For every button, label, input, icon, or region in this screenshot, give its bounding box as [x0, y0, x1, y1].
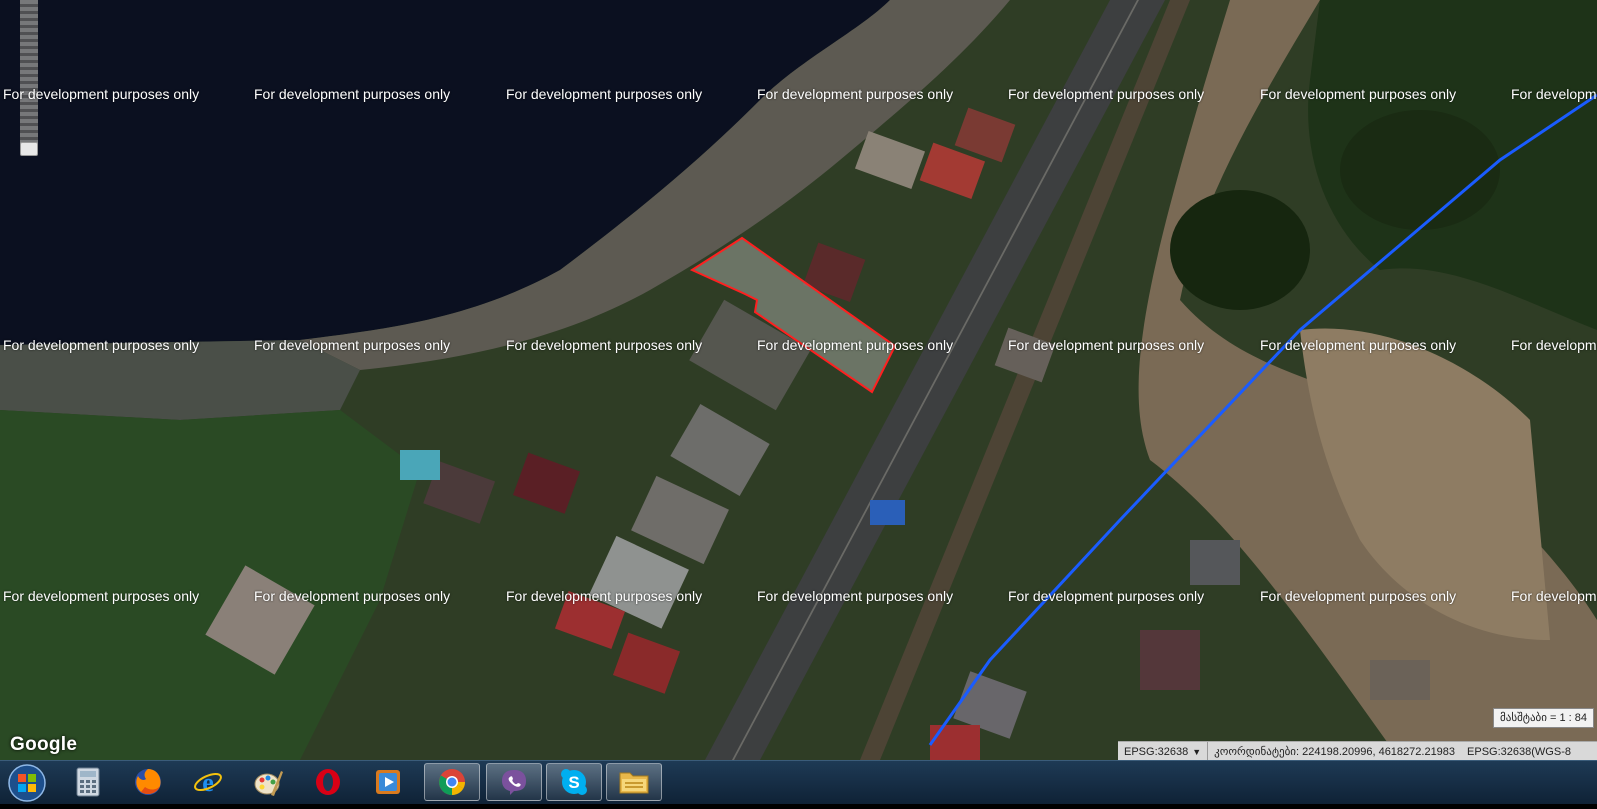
media-player-icon[interactable]: [360, 763, 416, 801]
taskbar: e S: [0, 760, 1597, 804]
google-logo[interactable]: Google: [10, 734, 77, 756]
firefox-icon[interactable]: [120, 763, 176, 801]
zoom-track[interactable]: [20, 0, 38, 150]
projection-select[interactable]: EPSG:32638 ▼: [1118, 742, 1209, 760]
svg-text:e: e: [202, 768, 214, 797]
zoom-slider[interactable]: [20, 0, 38, 158]
coordinates-readout: კოორდინატები: 224198.20996, 4618272.2198…: [1214, 746, 1456, 758]
skype-icon[interactable]: S: [546, 763, 602, 801]
zoom-thumb[interactable]: [20, 142, 38, 156]
chevron-down-icon: ▼: [1192, 746, 1202, 757]
map-view[interactable]: For development purposes only For develo…: [0, 0, 1597, 760]
internet-explorer-icon[interactable]: e: [180, 763, 236, 801]
projection-value: EPSG:32638: [1124, 745, 1189, 758]
satellite-imagery: [0, 0, 1597, 760]
svg-text:S: S: [568, 773, 579, 792]
file-explorer-icon[interactable]: [606, 763, 662, 801]
chrome-icon[interactable]: [424, 763, 480, 801]
start-orb-icon[interactable]: [6, 762, 48, 804]
paint-icon[interactable]: [240, 763, 296, 801]
projection-full-label: EPSG:32638(WGS-8: [1467, 745, 1571, 758]
calculator-icon[interactable]: [60, 763, 116, 801]
viber-icon[interactable]: [486, 763, 542, 801]
opera-icon[interactable]: [300, 763, 356, 801]
scale-readout: მასშტაბი = 1 : 84: [1493, 708, 1595, 728]
status-bar: EPSG:32638 ▼ კოორდინატები: 224198.20996,…: [1118, 741, 1597, 760]
